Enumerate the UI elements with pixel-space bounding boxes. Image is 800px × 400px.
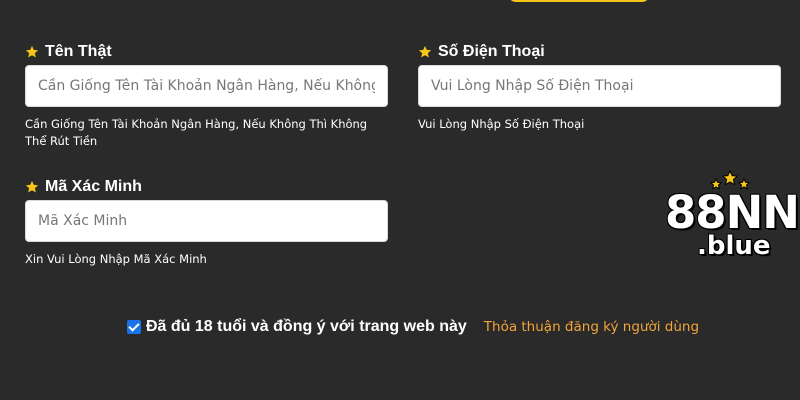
site-logo: 88NN .blue (660, 168, 800, 263)
verify-code-label-text: Mã Xác Minh (45, 178, 142, 195)
star-icon (25, 45, 39, 59)
agreement-row: Đã đủ 18 tuổi và đồng ý với trang web nà… (127, 318, 699, 336)
real-name-label-text: Tên Thật (45, 43, 112, 60)
logo-main-text: 88NN (665, 186, 800, 239)
phone-label: Số Điện Thoại (418, 43, 545, 61)
agreement-text: Đã đủ 18 tuổi và đồng ý với trang web nà… (146, 318, 467, 335)
checkbox-checked-icon[interactable] (127, 320, 141, 334)
verify-code-label: Mã Xác Minh (25, 178, 142, 196)
user-agreement-link[interactable]: Thỏa thuận đăng ký người dùng (484, 319, 699, 335)
real-name-hint: Cần Giống Tên Tài Khoản Ngân Hàng, Nếu K… (25, 117, 368, 148)
phone-label-text: Số Điện Thoại (438, 43, 545, 60)
star-icon (418, 45, 432, 59)
real-name-input[interactable] (25, 65, 388, 107)
top-button-stub[interactable] (508, 0, 650, 2)
verify-code-hint: Xin Vui Lòng Nhập Mã Xác Minh (25, 252, 207, 266)
phone-input[interactable] (418, 65, 781, 107)
star-icon (25, 180, 39, 194)
verify-code-input[interactable] (25, 200, 388, 242)
real-name-label: Tên Thật (25, 43, 112, 61)
logo-sub-text: .blue (697, 231, 771, 261)
phone-hint: Vui Lòng Nhập Số Điện Thoại (418, 117, 585, 131)
